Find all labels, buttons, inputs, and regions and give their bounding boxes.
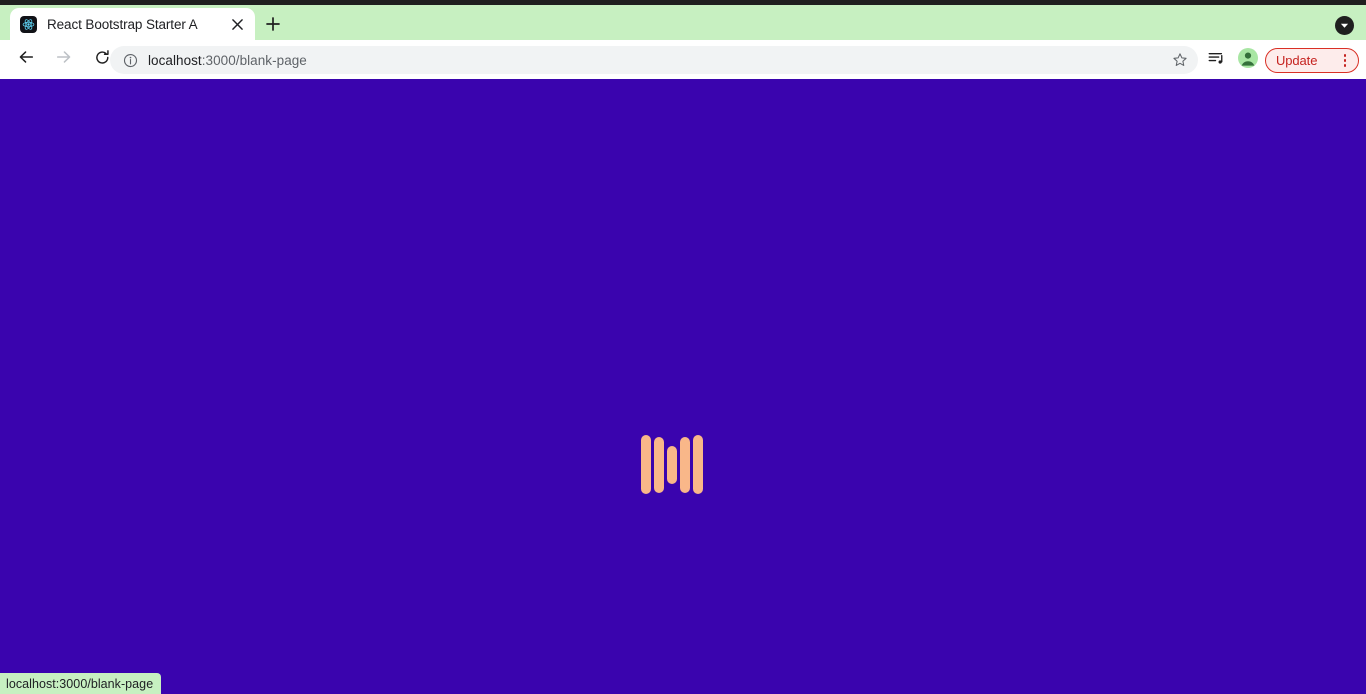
spinner-bar: [680, 436, 690, 493]
browser-window: React Bootstrap Starter A localhost:3000…: [0, 0, 1366, 694]
profile-avatar-icon-svg: [1238, 47, 1258, 68]
forward-arrow-icon: [55, 48, 73, 71]
back-button[interactable]: [10, 44, 42, 76]
profile-button[interactable]: [1234, 46, 1262, 74]
caret-down-circle-icon[interactable]: [1335, 16, 1354, 35]
forward-arrow-icon-svg: [56, 51, 71, 63]
update-button-label: Update: [1276, 53, 1318, 68]
browser-toolbar: localhost:3000/blank-page Update: [0, 40, 1366, 79]
react-logo-icon-svg: [22, 18, 35, 30]
close-icon[interactable]: [227, 14, 247, 34]
tab-react-bootstrap-starter[interactable]: React Bootstrap Starter A: [10, 8, 255, 40]
address-bar-text: localhost:3000/blank-page: [148, 53, 1166, 68]
forward-button: [48, 44, 80, 76]
caret-down-icon-svg: [1340, 23, 1349, 28]
profile-avatar-icon: [1238, 47, 1258, 73]
dot: [1343, 64, 1347, 67]
spinner-bar: [654, 436, 664, 493]
media-playlist-icon: [1207, 49, 1225, 72]
back-arrow-icon: [17, 48, 35, 71]
react-logo-icon: [20, 15, 37, 33]
bars-loading-spinner: [641, 435, 703, 494]
plus-icon-svg: [266, 16, 280, 31]
address-bar[interactable]: localhost:3000/blank-page: [110, 46, 1198, 74]
status-bar-bubble: localhost:3000/blank-page: [0, 673, 162, 694]
media-playlist-button[interactable]: [1202, 46, 1230, 74]
info-circle-icon[interactable]: [120, 50, 140, 70]
star-icon[interactable]: [1166, 46, 1194, 74]
spinner-bar: [667, 445, 677, 484]
close-icon-svg: [231, 18, 243, 30]
dot: [1343, 59, 1347, 62]
spinner-bar: [693, 435, 703, 494]
reload-icon: [94, 49, 111, 71]
page-viewport: [0, 79, 1366, 694]
media-playlist-icon-svg: [1208, 52, 1223, 64]
star-icon-svg: [1173, 53, 1187, 66]
status-bar-text: localhost:3000/blank-page: [6, 676, 154, 691]
plus-icon: [266, 16, 280, 36]
update-button[interactable]: Update: [1265, 48, 1359, 73]
url-path: :3000/blank-page: [201, 52, 307, 68]
back-arrow-icon-svg: [19, 51, 34, 63]
url-host: localhost: [148, 52, 202, 68]
tab-strip: React Bootstrap Starter A: [0, 5, 1366, 40]
three-dots-vertical-icon[interactable]: [1338, 52, 1352, 70]
spinner-bar: [641, 435, 651, 494]
info-circle-icon-svg: [123, 53, 137, 67]
tab-title: React Bootstrap Starter A: [47, 16, 198, 32]
new-tab-button[interactable]: [260, 13, 286, 39]
dot: [1343, 54, 1347, 57]
reload-icon-svg: [95, 49, 109, 64]
